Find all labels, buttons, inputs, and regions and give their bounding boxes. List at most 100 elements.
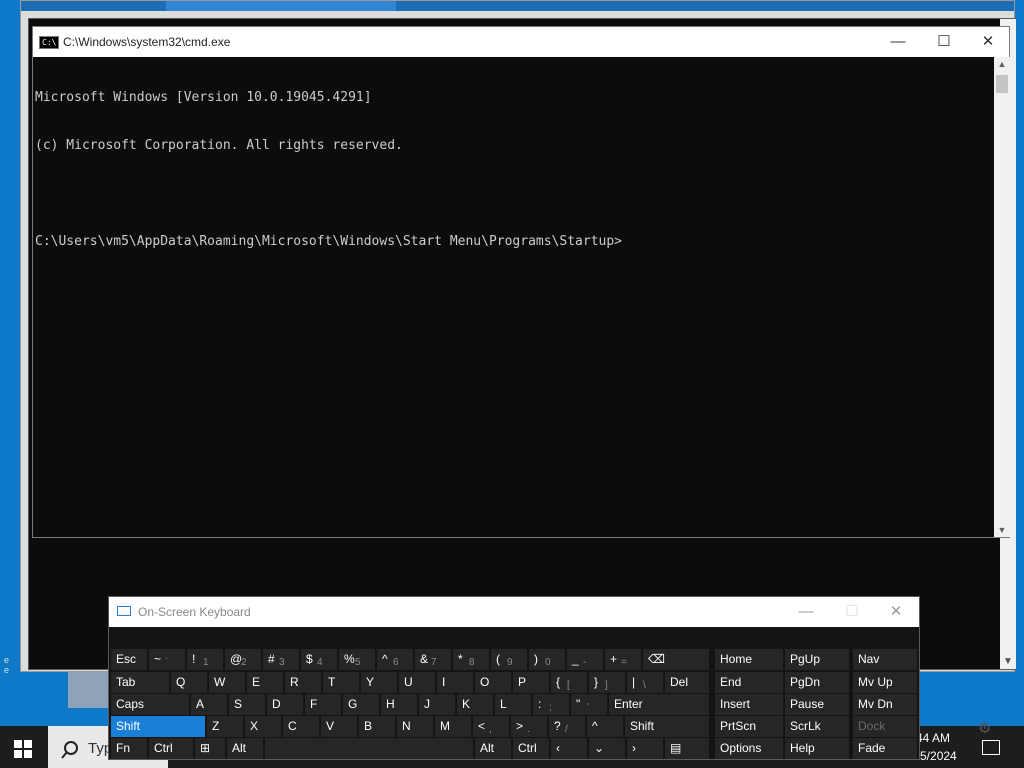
osk-key-space[interactable] — [265, 738, 473, 759]
osk-key-scrlk[interactable]: ScrLk — [785, 716, 849, 737]
console-scrollbar[interactable]: ▲ ▼ — [994, 57, 1010, 537]
osk-key-j[interactable]: J — [419, 694, 455, 715]
osk-key-end[interactable]: End — [715, 672, 783, 693]
osk-key-symbol[interactable]: #3 — [263, 649, 299, 670]
osk-key-symbol[interactable]: ? / — [549, 716, 585, 737]
osk-key-caret[interactable]: ^ — [587, 716, 623, 737]
osk-key-s[interactable]: S — [229, 694, 265, 715]
osk-key-symbol[interactable]: >. — [511, 716, 547, 737]
notification-icon[interactable] — [982, 740, 1000, 755]
osk-key-alt[interactable]: Alt — [227, 738, 263, 759]
osk-key-mv-dn[interactable]: Mv Dn — [853, 694, 917, 715]
osk-key-p[interactable]: P — [513, 672, 549, 693]
osk-key-tab[interactable]: Tab — [111, 672, 169, 693]
osk-key-enter[interactable]: Enter — [609, 694, 709, 715]
osk-key-b[interactable]: B — [359, 716, 395, 737]
osk-key-pgup[interactable]: PgUp — [785, 649, 849, 670]
osk-key-nav[interactable]: Nav — [853, 649, 917, 670]
osk-key-symbol[interactable]: <, — [473, 716, 509, 737]
osk-key-shift[interactable]: Shift — [625, 716, 709, 737]
osk-key-fn[interactable]: Fn — [111, 738, 147, 759]
console-prompt[interactable]: C:\Users\vm5\AppData\Roaming\Microsoft\W… — [35, 234, 993, 250]
osk-key-t[interactable]: T — [323, 672, 359, 693]
osk-key-shift[interactable]: Shift — [111, 716, 205, 737]
osk-key-h[interactable]: H — [381, 694, 417, 715]
osk-key-q[interactable]: Q — [171, 672, 207, 693]
osk-key-symbol[interactable]: _ - — [567, 649, 603, 670]
osk-key-pause[interactable]: Pause — [785, 694, 849, 715]
osk-key-symbol[interactable]: ) 0 — [529, 649, 565, 670]
osk-key-f[interactable]: F — [305, 694, 341, 715]
scroll-down-arrow-icon[interactable]: ▼ — [1000, 656, 1016, 667]
osk-key-w[interactable]: W — [209, 672, 245, 693]
scroll-up-arrow-icon[interactable]: ▲ — [994, 59, 1010, 69]
osk-key-arrow-right-icon[interactable]: › — [627, 738, 663, 759]
osk-key-del[interactable]: Del — [665, 672, 709, 693]
osk-key-symbol[interactable]: :; — [533, 694, 569, 715]
osk-key-ctrl[interactable]: Ctrl — [149, 738, 193, 759]
osk-key-n[interactable]: N — [397, 716, 433, 737]
osk-key-symbol[interactable]: $4 — [301, 649, 337, 670]
cmd-titlebar[interactable]: C:\ C:\Windows\system32\cmd.exe — ☐ ✕ — [33, 27, 1009, 57]
osk-key-symbol[interactable]: ! 1 — [187, 649, 223, 670]
osk-key-arrow-down-icon[interactable]: ⌄ — [589, 738, 625, 759]
osk-key-x[interactable]: X — [245, 716, 281, 737]
osk-key-esc[interactable]: Esc — [111, 649, 147, 670]
close-button[interactable]: ✕ — [965, 27, 1011, 57]
osk-key-k[interactable]: K — [457, 694, 493, 715]
osk-key-a[interactable]: A — [191, 694, 227, 715]
on-screen-keyboard[interactable]: On-Screen Keyboard — ☐ ✕ Esc ~ `! 1 @2 #3 $4% 5… — [108, 596, 920, 760]
osk-key-symbol[interactable]: * 8 — [453, 649, 489, 670]
osk-key-insert[interactable]: Insert — [715, 694, 783, 715]
gear-icon[interactable]: ⚙ — [978, 719, 991, 737]
osk-key-u[interactable]: U — [399, 672, 435, 693]
osk-key-backspace-icon[interactable]: ⌫ — [643, 649, 709, 670]
osk-key-fade[interactable]: Fade — [853, 738, 917, 759]
osk-key-prtscn[interactable]: PrtScn — [715, 716, 783, 737]
osk-key-o[interactable]: O — [475, 672, 511, 693]
scroll-down-arrow-icon[interactable]: ▼ — [994, 525, 1010, 535]
osk-key-symbol[interactable]: @2 — [225, 649, 261, 670]
osk-key-z[interactable]: Z — [207, 716, 243, 737]
osk-key-d[interactable]: D — [267, 694, 303, 715]
osk-key-g[interactable]: G — [343, 694, 379, 715]
osk-key-m[interactable]: M — [435, 716, 471, 737]
osk-key-help[interactable]: Help — [785, 738, 849, 759]
cmd-window-title: C:\Windows\system32\cmd.exe — [63, 35, 231, 49]
osk-key-symbol[interactable]: {[ — [551, 672, 587, 693]
osk-key-options[interactable]: Options — [715, 738, 783, 759]
osk-key-r[interactable]: R — [285, 672, 321, 693]
search-icon[interactable] — [60, 740, 80, 760]
console-output[interactable]: Microsoft Windows [Version 10.0.19045.42… — [35, 58, 993, 536]
osk-key-mv-up[interactable]: Mv Up — [853, 672, 917, 693]
cmd-window[interactable]: C:\ C:\Windows\system32\cmd.exe — ☐ ✕ Mi… — [32, 26, 1010, 538]
osk-key-arrow-left-icon[interactable]: ‹ — [551, 738, 587, 759]
osk-key-home[interactable]: Home — [715, 649, 783, 670]
windows-start-icon[interactable] — [14, 740, 32, 758]
osk-key-symbol[interactable]: ~ ` — [149, 649, 185, 670]
osk-key-symbol[interactable]: }] — [589, 672, 625, 693]
osk-key-symbol[interactable]: + = — [605, 649, 641, 670]
osk-key-symbol[interactable]: | \ — [627, 672, 663, 693]
osk-key-symbol[interactable]: (9 — [491, 649, 527, 670]
osk-key-e[interactable]: E — [247, 672, 283, 693]
osk-key-i[interactable]: I — [437, 672, 473, 693]
osk-key-v[interactable]: V — [321, 716, 357, 737]
osk-key-symbol[interactable]: " ' — [571, 694, 607, 715]
scrollbar-thumb[interactable] — [996, 75, 1008, 93]
minimize-button[interactable]: — — [875, 27, 921, 57]
osk-key-y[interactable]: Y — [361, 672, 397, 693]
osk-key-pgdn[interactable]: PgDn — [785, 672, 849, 693]
osk-key-caps[interactable]: Caps — [111, 694, 189, 715]
osk-key-symbol[interactable]: & 7 — [415, 649, 451, 670]
osk-key-menu-icon[interactable]: ▤ — [665, 738, 709, 759]
osk-key-l[interactable]: L — [495, 694, 531, 715]
osk-key-dock[interactable]: Dock — [853, 716, 917, 737]
osk-key-alt[interactable]: Alt — [475, 738, 511, 759]
osk-key-c[interactable]: C — [283, 716, 319, 737]
maximize-button[interactable]: ☐ — [921, 27, 967, 57]
osk-key-caret[interactable]: ^ 6 — [377, 649, 413, 670]
osk-key-windows-icon[interactable]: ⊞ — [195, 738, 225, 759]
osk-key-ctrl[interactable]: Ctrl — [513, 738, 549, 759]
osk-key-symbol[interactable]: % 5 — [339, 649, 375, 670]
